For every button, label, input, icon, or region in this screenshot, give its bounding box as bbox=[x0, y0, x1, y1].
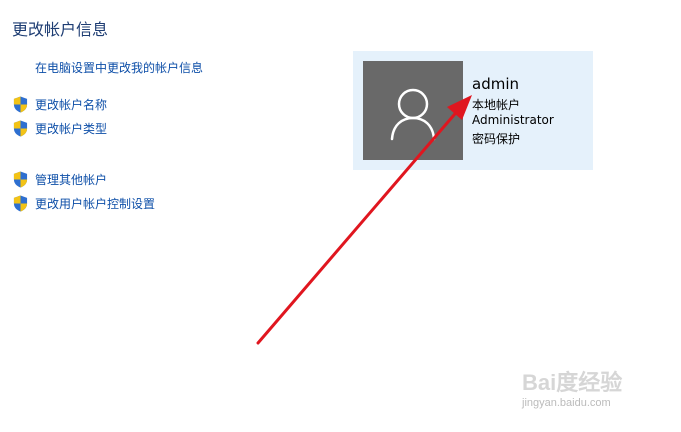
manage-other-accounts-link[interactable]: 管理其他帐户 bbox=[13, 170, 107, 188]
uac-shield-icon bbox=[13, 195, 28, 211]
account-group: Administrator bbox=[472, 113, 554, 127]
page-title: 更改帐户信息 bbox=[12, 20, 109, 39]
watermark-sub: jingyan.baidu.com bbox=[522, 397, 611, 409]
task-label: 更改帐户类型 bbox=[35, 121, 108, 136]
account-avatar bbox=[363, 61, 463, 160]
uac-shield-icon bbox=[13, 171, 28, 187]
task-label: 更改用户帐户控制设置 bbox=[35, 196, 156, 211]
change-account-type-link[interactable]: 更改帐户类型 bbox=[13, 119, 107, 137]
task-label: 管理其他帐户 bbox=[35, 172, 108, 187]
account-name: admin bbox=[472, 75, 519, 93]
account-type: 本地帐户 bbox=[472, 98, 521, 112]
pc-settings-link[interactable]: 在电脑设置中更改我的帐户信息 bbox=[35, 59, 203, 76]
task-label: 更改帐户名称 bbox=[35, 97, 108, 112]
account-card: admin 本地帐户 Administrator 密码保护 bbox=[353, 51, 593, 170]
change-account-name-link[interactable]: 更改帐户名称 bbox=[13, 95, 107, 113]
uac-shield-icon bbox=[13, 96, 28, 112]
account-protection: 密码保护 bbox=[472, 132, 521, 146]
user-avatar-icon bbox=[390, 88, 436, 141]
baidu-watermark: Bai度经验 jingyan.baidu.com bbox=[522, 365, 662, 413]
uac-shield-icon bbox=[13, 120, 28, 136]
watermark-main: Bai度经验 bbox=[522, 370, 623, 395]
change-uac-settings-link[interactable]: 更改用户帐户控制设置 bbox=[13, 194, 155, 212]
